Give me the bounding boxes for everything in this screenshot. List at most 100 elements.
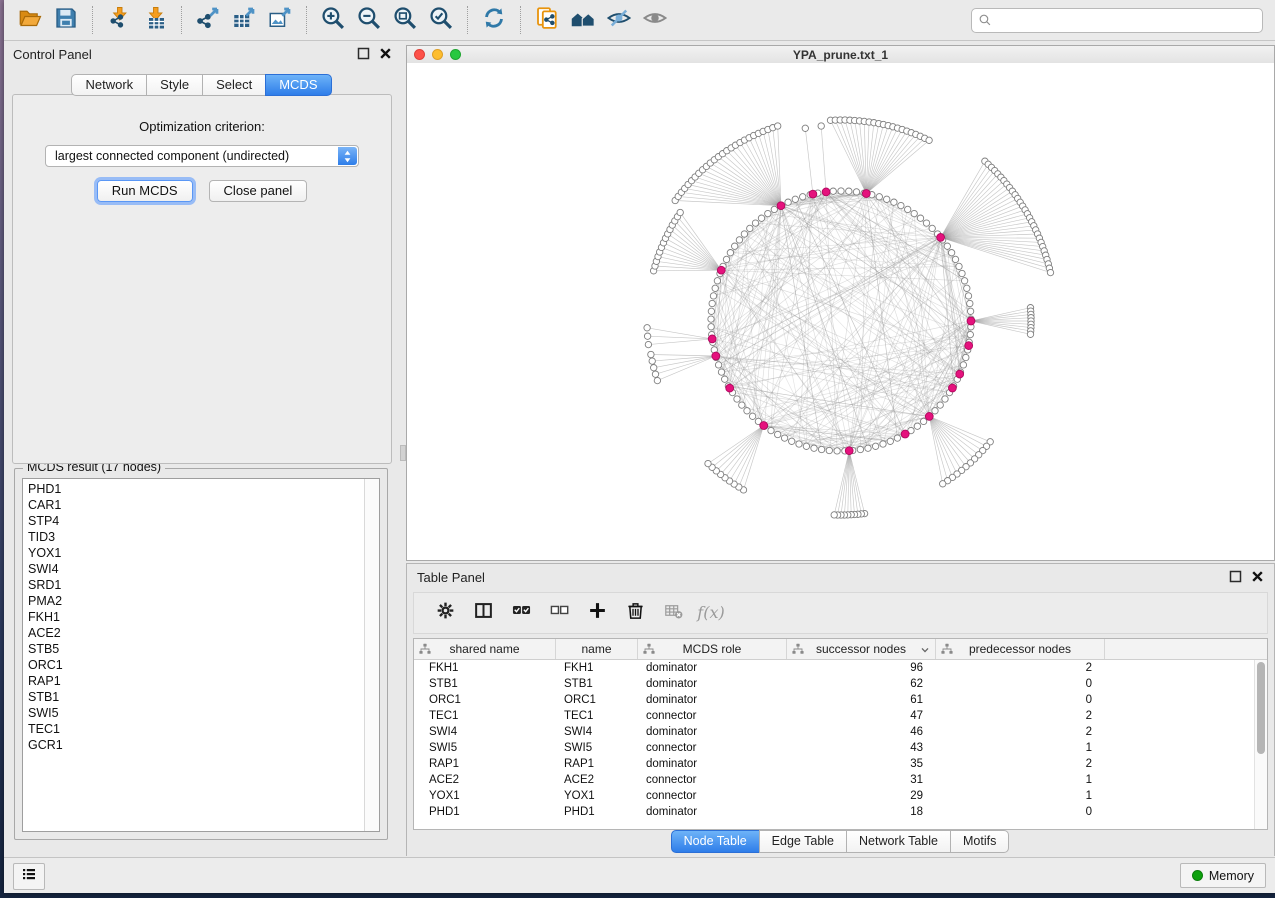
network-leaf-node[interactable] xyxy=(926,137,932,143)
network-node[interactable] xyxy=(964,285,970,291)
close-panel-button[interactable]: Close panel xyxy=(209,180,308,202)
network-node[interactable] xyxy=(961,278,967,284)
network-node[interactable] xyxy=(960,362,966,368)
column-header-predecessor-nodes[interactable]: predecessor nodes xyxy=(936,639,1105,659)
mcds-result-item[interactable]: RAP1 xyxy=(23,673,364,689)
table-settings-button[interactable] xyxy=(432,600,458,626)
network-node[interactable] xyxy=(800,194,806,200)
float-panel-icon[interactable] xyxy=(357,47,370,60)
network-node[interactable] xyxy=(708,316,714,322)
network-node[interactable] xyxy=(914,423,920,429)
network-node[interactable] xyxy=(905,206,911,212)
deselect-all-button[interactable] xyxy=(546,600,572,626)
mcds-hub-node[interactable] xyxy=(937,234,945,242)
network-graph[interactable] xyxy=(407,63,1274,560)
network-node[interactable] xyxy=(736,237,742,243)
network-leaf-node[interactable] xyxy=(940,481,946,487)
open-session-button[interactable] xyxy=(14,4,46,36)
network-node[interactable] xyxy=(718,369,724,375)
tab-network[interactable]: Network xyxy=(71,74,147,96)
task-history-button[interactable] xyxy=(13,863,45,890)
duplicate-network-button[interactable] xyxy=(531,4,563,36)
network-leaf-node[interactable] xyxy=(645,341,651,347)
hide-graphics-details-button[interactable] xyxy=(603,4,635,36)
network-node[interactable] xyxy=(715,362,721,368)
network-node[interactable] xyxy=(834,448,840,454)
show-neighbors-button[interactable] xyxy=(567,4,599,36)
table-row[interactable]: ACE2ACE2connector311 xyxy=(414,772,1267,788)
network-node[interactable] xyxy=(796,441,802,447)
delete-column-button[interactable] xyxy=(622,600,648,626)
network-node[interactable] xyxy=(749,413,755,419)
mcds-result-item[interactable]: STB1 xyxy=(23,689,364,705)
network-node[interactable] xyxy=(942,396,948,402)
network-node[interactable] xyxy=(911,210,917,216)
network-node[interactable] xyxy=(781,435,787,441)
network-node[interactable] xyxy=(765,210,771,216)
mcds-result-item[interactable]: SRD1 xyxy=(23,577,364,593)
network-node[interactable] xyxy=(739,402,745,408)
show-graphics-details-button[interactable] xyxy=(639,4,671,36)
import-network-button[interactable] xyxy=(103,4,135,36)
function-builder-button[interactable]: f(x) xyxy=(698,600,724,626)
network-node[interactable] xyxy=(792,196,798,202)
network-leaf-node[interactable] xyxy=(651,365,657,371)
column-header-shared-name[interactable]: shared name xyxy=(414,639,556,659)
mcds-hub-node[interactable] xyxy=(901,430,909,438)
network-node[interactable] xyxy=(811,445,817,451)
mcds-result-item[interactable]: STP4 xyxy=(23,513,364,529)
close-panel-icon[interactable] xyxy=(379,47,392,60)
zoom-fit-button[interactable] xyxy=(389,4,421,36)
table-row[interactable]: RAP1RAP1dominator352 xyxy=(414,756,1267,772)
add-column-button[interactable] xyxy=(584,600,610,626)
network-node[interactable] xyxy=(952,256,958,262)
network-node[interactable] xyxy=(785,199,791,205)
network-node[interactable] xyxy=(775,431,781,437)
network-node[interactable] xyxy=(723,256,729,262)
mcds-result-item[interactable]: PMA2 xyxy=(23,593,364,609)
network-leaf-node[interactable] xyxy=(831,512,837,518)
network-node[interactable] xyxy=(789,438,795,444)
table-row[interactable]: FKH1FKH1dominator962 xyxy=(414,660,1267,676)
network-node[interactable] xyxy=(826,447,832,453)
memory-button[interactable]: Memory xyxy=(1180,863,1266,888)
network-node[interactable] xyxy=(923,220,929,226)
mcds-result-item[interactable]: TEC1 xyxy=(23,721,364,737)
mcds-hub-node[interactable] xyxy=(967,317,975,325)
zoom-selected-button[interactable] xyxy=(425,4,457,36)
network-node[interactable] xyxy=(887,438,893,444)
mcds-hub-node[interactable] xyxy=(822,188,830,196)
mcds-hub-node[interactable] xyxy=(760,422,768,430)
network-node[interactable] xyxy=(894,435,900,441)
network-node[interactable] xyxy=(714,278,720,284)
table-row[interactable]: STB1STB1dominator620 xyxy=(414,676,1267,692)
export-network-button[interactable] xyxy=(192,4,224,36)
network-node[interactable] xyxy=(708,308,714,314)
save-session-button[interactable] xyxy=(50,4,82,36)
network-node[interactable] xyxy=(963,354,969,360)
network-leaf-node[interactable] xyxy=(677,209,683,215)
column-header-name[interactable]: name xyxy=(556,639,638,659)
network-node[interactable] xyxy=(853,189,859,195)
network-leaf-node[interactable] xyxy=(644,333,650,339)
network-canvas[interactable] xyxy=(407,63,1274,560)
column-header-MCDS-role[interactable]: MCDS role xyxy=(638,639,787,659)
network-leaf-node[interactable] xyxy=(775,123,781,129)
tab-style[interactable]: Style xyxy=(146,74,203,96)
network-leaf-node[interactable] xyxy=(1047,269,1053,275)
mcds-hub-node[interactable] xyxy=(965,342,973,350)
run-mcds-button[interactable]: Run MCDS xyxy=(97,180,193,202)
zoom-in-button[interactable] xyxy=(317,4,349,36)
network-leaf-node[interactable] xyxy=(644,325,650,331)
network-node[interactable] xyxy=(876,194,882,200)
network-node[interactable] xyxy=(948,250,954,256)
mcds-hub-node[interactable] xyxy=(717,266,725,274)
tab-select[interactable]: Select xyxy=(202,74,266,96)
mcds-hub-node[interactable] xyxy=(712,352,720,360)
mcds-result-item[interactable]: STB5 xyxy=(23,641,364,657)
mcds-result-item[interactable]: SWI4 xyxy=(23,561,364,577)
mcds-hub-node[interactable] xyxy=(956,370,964,378)
network-node[interactable] xyxy=(771,206,777,212)
network-window-titlebar[interactable]: YPA_prune.txt_1 xyxy=(407,46,1274,64)
tab-edge-table[interactable]: Edge Table xyxy=(759,830,847,853)
